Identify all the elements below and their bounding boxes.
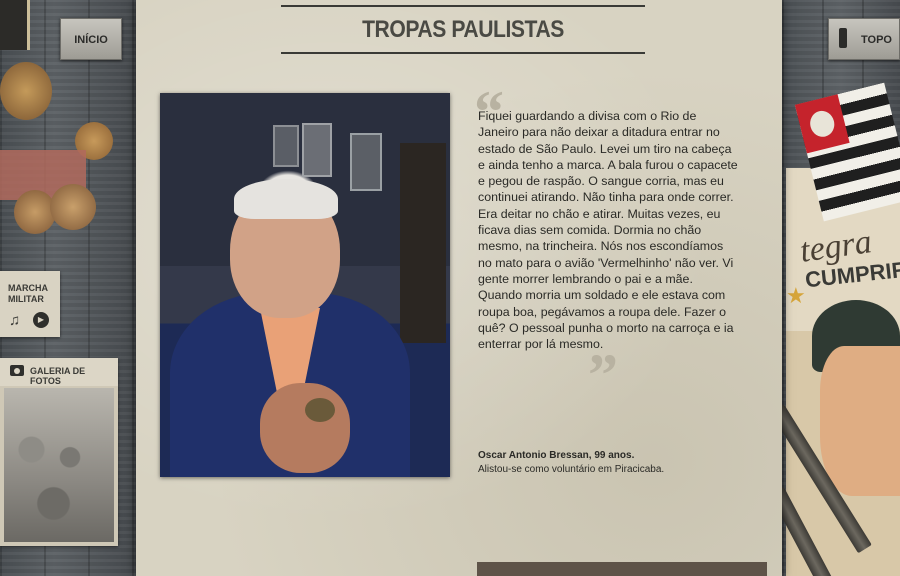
- soldier-face-image: [820, 346, 900, 496]
- music-note-icon: ♫: [9, 312, 21, 329]
- hand-shape: [260, 383, 350, 473]
- play-icon[interactable]: ▶: [33, 312, 49, 328]
- next-photo-strip: [477, 562, 767, 576]
- wall-frame-image: [273, 125, 299, 167]
- medal-image: [50, 184, 96, 230]
- veteran-portrait-photo: [160, 93, 450, 477]
- topo-button[interactable]: TOPO: [828, 18, 900, 60]
- marcha-militar-label: MARCHA MILITAR: [8, 283, 48, 304]
- star-icon: ★: [786, 283, 806, 308]
- wall-frame-image: [302, 123, 332, 177]
- quote-close-mark: ”: [588, 342, 618, 408]
- page-title: TROPAS PAULISTAS: [362, 16, 564, 43]
- wall-frame-image: [350, 133, 382, 191]
- camera-icon: [10, 365, 24, 376]
- shelf-image: [400, 143, 446, 343]
- medal-image: [0, 62, 52, 120]
- title-rule-top: [281, 5, 645, 7]
- inicio-button[interactable]: INÍCIO: [60, 18, 122, 60]
- topo-label: TOPO: [861, 34, 892, 46]
- galeria-de-fotos-card[interactable]: GALERIA DE FOTOS: [0, 358, 118, 546]
- marcha-militar-card[interactable]: MARCHA MILITAR ♫ ▶: [0, 271, 60, 337]
- title-rule-bottom: [281, 52, 645, 54]
- soldiers-gallery-thumbnail[interactable]: [4, 388, 114, 542]
- held-medal-shape: [305, 398, 335, 422]
- galeria-label: GALERIA DE FOTOS: [30, 366, 86, 386]
- credit-description: Alistou-se como voluntário em Piracicaba…: [478, 464, 665, 475]
- testimony-quote: Fiquei guardando a divisa com o Rio de J…: [478, 109, 738, 352]
- content-paper: TROPAS PAULISTAS “ Fiquei guardando a di…: [136, 0, 782, 576]
- topo-icon: [839, 28, 847, 48]
- hair-shape: [234, 179, 338, 219]
- galeria-header: GALERIA DE FOTOS: [0, 358, 118, 386]
- credit-name: Oscar Antonio Bressan, 99 anos.: [478, 450, 635, 461]
- ribbon-badge-image: [0, 0, 30, 50]
